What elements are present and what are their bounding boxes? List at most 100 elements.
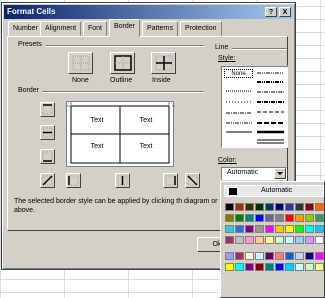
border-right-button[interactable] [163, 173, 178, 188]
color-swatch[interactable] [275, 252, 284, 260]
preview-cell-text: Text [90, 117, 104, 124]
preset-none-button[interactable] [68, 52, 93, 74]
color-swatch[interactable] [275, 263, 284, 271]
color-swatch[interactable] [225, 263, 234, 271]
color-swatch[interactable] [245, 252, 254, 260]
color-swatch[interactable] [255, 203, 264, 211]
color-swatch[interactable] [235, 263, 244, 271]
color-swatch[interactable] [235, 252, 244, 260]
border-bottom-button[interactable] [40, 149, 55, 164]
close-button[interactable]: X [279, 7, 291, 17]
color-swatch[interactable] [255, 252, 264, 260]
color-swatch[interactable] [315, 203, 324, 211]
help-button[interactable]: ? [265, 7, 277, 17]
color-swatch[interactable] [305, 225, 314, 233]
color-swatch[interactable] [225, 203, 234, 211]
color-swatch[interactable] [275, 203, 284, 211]
color-swatch[interactable] [295, 225, 304, 233]
preview-cell-text: Text [139, 143, 153, 150]
color-swatch[interactable] [285, 203, 294, 211]
color-swatch[interactable] [225, 236, 234, 244]
color-swatch[interactable] [285, 214, 294, 222]
color-swatch[interactable] [285, 236, 294, 244]
color-swatch[interactable] [235, 203, 244, 211]
color-swatch[interactable] [265, 236, 274, 244]
color-swatch[interactable] [305, 263, 314, 271]
border-inside-horizontal-icon [42, 127, 53, 138]
tab-alignment[interactable]: Alignment [40, 21, 82, 36]
color-swatch[interactable] [255, 263, 264, 271]
tab-number[interactable]: Number [8, 21, 43, 36]
color-swatch[interactable] [315, 252, 324, 260]
preset-outline-button[interactable] [110, 52, 135, 74]
color-swatch[interactable] [295, 263, 304, 271]
color-dropdown[interactable]: Automatic [221, 167, 287, 180]
color-swatch[interactable] [245, 214, 254, 222]
line-style-options[interactable] [221, 66, 288, 148]
color-swatch[interactable] [225, 225, 234, 233]
color-swatch[interactable] [225, 252, 234, 260]
preview-grid [67, 102, 175, 164]
tab-patterns[interactable]: Patterns [142, 21, 179, 36]
color-swatch[interactable] [275, 225, 284, 233]
color-swatch[interactable] [295, 214, 304, 222]
preview-cell-text: Text [90, 143, 104, 150]
color-swatch[interactable] [305, 203, 314, 211]
color-swatch[interactable] [245, 236, 254, 244]
preview-cell-text: Text [139, 117, 153, 124]
color-swatch[interactable] [295, 252, 304, 260]
color-swatch[interactable] [305, 252, 314, 260]
border-top-button[interactable] [40, 102, 55, 117]
color-swatch[interactable] [235, 214, 244, 222]
automatic-color-option[interactable]: Automatic [224, 185, 324, 197]
color-swatch[interactable] [245, 263, 254, 271]
border-inside-vertical-button[interactable] [115, 173, 130, 188]
color-swatch[interactable] [225, 214, 234, 222]
automatic-color-label: Automatic [261, 187, 293, 194]
color-swatch[interactable] [255, 214, 264, 222]
color-swatch[interactable] [315, 263, 324, 271]
color-swatch[interactable] [275, 236, 284, 244]
color-swatch[interactable] [235, 236, 244, 244]
preset-none-label: None [72, 77, 89, 84]
border-preview[interactable]: Text Text Text Text [66, 101, 175, 167]
color-swatch[interactable] [295, 203, 304, 211]
color-swatch[interactable] [265, 214, 274, 222]
preset-outline-label: Outline [110, 77, 133, 84]
border-left-icon [68, 175, 79, 186]
color-swatch[interactable] [245, 225, 254, 233]
color-palette-popup: Automatic [220, 181, 325, 298]
tab-protection[interactable]: Protection [180, 21, 222, 36]
color-swatch[interactable] [305, 236, 314, 244]
color-swatch[interactable] [315, 225, 324, 233]
color-swatch[interactable] [315, 236, 324, 244]
color-swatch[interactable] [285, 263, 294, 271]
color-swatch[interactable] [265, 252, 274, 260]
diagonal-down-icon [187, 175, 198, 186]
border-left-button[interactable] [66, 173, 81, 188]
tab-font[interactable]: Font [83, 21, 108, 36]
automatic-swatch [229, 188, 237, 195]
color-swatch[interactable] [245, 203, 254, 211]
color-swatch[interactable] [235, 225, 244, 233]
color-swatch[interactable] [295, 236, 304, 244]
color-swatch[interactable] [265, 225, 274, 233]
color-swatch[interactable] [305, 214, 314, 222]
diagonal-up-icon [42, 175, 53, 186]
color-swatch[interactable] [265, 203, 274, 211]
color-swatch[interactable] [255, 225, 264, 233]
dropdown-arrow-button[interactable] [274, 168, 286, 179]
preset-none-icon [72, 55, 90, 71]
border-diagonal-up-button[interactable] [40, 173, 55, 188]
border-inside-horizontal-button[interactable] [40, 125, 55, 140]
border-right-icon [165, 175, 176, 186]
preset-inside-button[interactable] [151, 52, 176, 74]
color-swatch[interactable] [265, 263, 274, 271]
color-swatch[interactable] [285, 225, 294, 233]
color-swatch[interactable] [285, 252, 294, 260]
color-swatch[interactable] [255, 236, 264, 244]
color-swatch[interactable] [315, 214, 324, 222]
tab-border[interactable]: Border [109, 19, 141, 37]
border-diagonal-down-button[interactable] [185, 173, 200, 188]
color-swatch[interactable] [275, 214, 284, 222]
